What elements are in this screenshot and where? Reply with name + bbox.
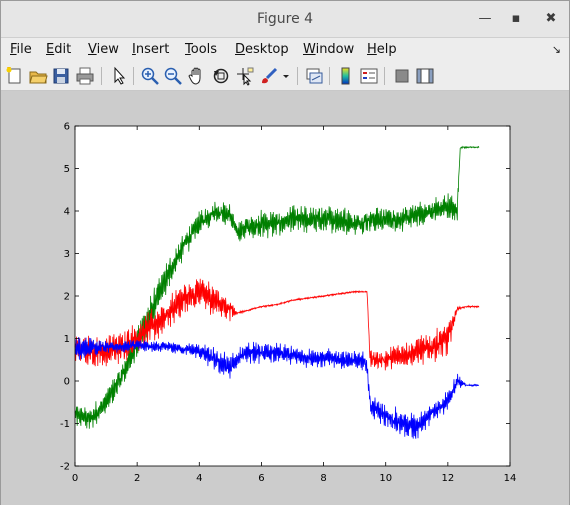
rotate-3d-icon[interactable] — [211, 66, 231, 86]
menu-file[interactable]: File — [10, 42, 32, 57]
x-tick-label: 2 — [134, 473, 140, 484]
menu-view[interactable]: View — [88, 42, 119, 57]
zoom-in-icon[interactable] — [140, 66, 160, 86]
x-tick-label: 6 — [258, 473, 264, 484]
select-arrow-icon[interactable] — [109, 66, 129, 86]
y-tick-label: 4 — [64, 207, 70, 218]
menu-edit[interactable]: Edit — [46, 42, 71, 57]
menu-desktop[interactable]: Desktop — [235, 42, 289, 57]
toolbar-separator — [384, 67, 385, 85]
hide-plot-tools-icon[interactable] — [392, 66, 412, 86]
figure-toolbar — [1, 62, 569, 91]
menu-window[interactable]: Window — [303, 42, 354, 57]
y-tick-label: -1 — [60, 419, 70, 430]
title-bar[interactable]: Figure 4 — ▪ ✖ — [1, 1, 569, 38]
y-tick-label: -2 — [60, 462, 70, 473]
dock-arrow-icon[interactable]: ↘ — [552, 43, 561, 56]
x-tick-label: 12 — [441, 473, 454, 484]
brush-icon[interactable] — [259, 66, 279, 86]
figure-canvas: 0 2 4 6 8 10 12 14 -2 -1 0 1 2 3 4 5 6 — [1, 91, 569, 505]
toolbar-separator — [297, 67, 298, 85]
x-tick-label: 10 — [379, 473, 392, 484]
y-tick-label: 1 — [64, 334, 70, 345]
legend-icon[interactable] — [359, 66, 379, 86]
close-icon[interactable]: ✖ — [542, 10, 560, 28]
print-icon[interactable] — [75, 66, 95, 86]
y-tick-label: 5 — [64, 164, 70, 175]
zoom-out-icon[interactable] — [163, 66, 183, 86]
menu-insert[interactable]: Insert — [132, 42, 169, 57]
x-tick-label: 0 — [72, 473, 78, 484]
y-tick-label: 3 — [64, 249, 70, 260]
x-tick-label: 14 — [504, 473, 517, 484]
figure-window: Figure 4 — ▪ ✖ File Edit View Insert Too… — [0, 0, 570, 505]
link-plot-icon[interactable] — [304, 66, 324, 86]
maximize-icon[interactable]: ▪ — [507, 10, 525, 28]
data-cursor-icon[interactable] — [235, 66, 255, 86]
pan-hand-icon[interactable] — [187, 66, 207, 86]
y-tick-label: 0 — [64, 377, 70, 388]
menu-help[interactable]: Help — [367, 42, 397, 57]
minimize-icon[interactable]: — — [476, 10, 494, 28]
y-tick-label: 6 — [64, 122, 70, 133]
save-icon[interactable] — [51, 66, 71, 86]
x-tick-label: 4 — [196, 473, 202, 484]
x-tick-label: 8 — [320, 473, 326, 484]
toolbar-separator — [329, 67, 330, 85]
line-chart[interactable]: 0 2 4 6 8 10 12 14-2-10123456 — [1, 91, 569, 505]
colorbar-icon[interactable] — [336, 66, 356, 86]
y-tick-label: 2 — [64, 292, 70, 303]
toolbar-separator — [101, 67, 102, 85]
open-file-icon[interactable] — [28, 66, 48, 86]
menu-tools[interactable]: Tools — [185, 42, 217, 57]
toolbar-separator — [133, 67, 134, 85]
axes-background — [75, 126, 510, 466]
new-figure-icon[interactable] — [5, 66, 25, 86]
brush-dropdown-icon[interactable] — [280, 66, 292, 86]
menu-bar: File Edit View Insert Tools Desktop Wind… — [1, 38, 569, 62]
show-plot-tools-icon[interactable] — [415, 66, 435, 86]
